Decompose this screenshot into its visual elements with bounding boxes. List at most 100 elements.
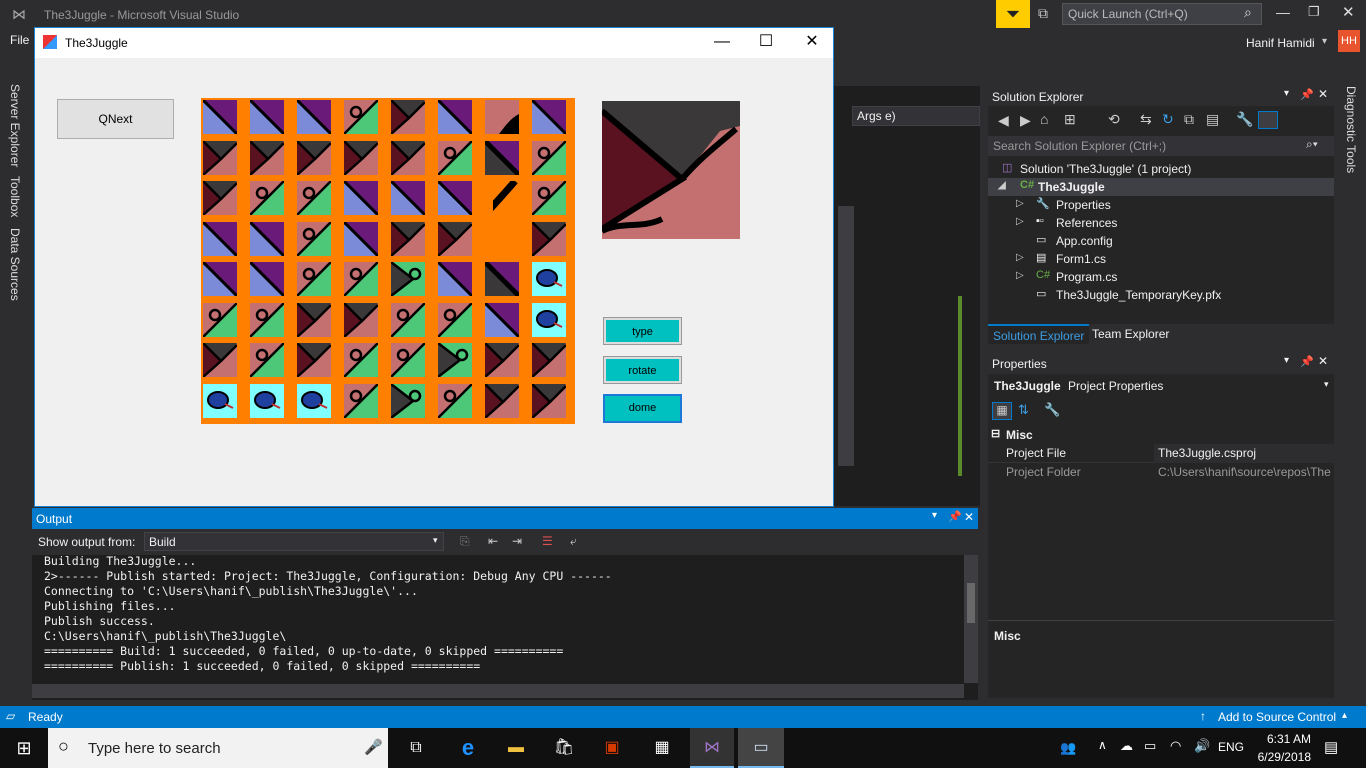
board-tile[interactable] — [203, 100, 237, 134]
properties-category[interactable]: ⊟ Misc — [988, 426, 1334, 444]
output-text[interactable]: Building The3Juggle... 2>------ Publish s… — [44, 554, 959, 684]
editor-scrollbar[interactable] — [838, 206, 854, 466]
chevron-up-icon[interactable]: ▴ — [1342, 710, 1347, 721]
board-tile[interactable] — [344, 302, 378, 337]
history-icon[interactable]: ⟲ — [1108, 111, 1120, 128]
tree-item-properties[interactable]: ▷ 🔧 Properties — [988, 196, 1334, 214]
forward-icon[interactable]: ▶ — [1020, 112, 1031, 129]
board-tile[interactable] — [391, 343, 425, 377]
tab-toolbox[interactable]: Toolbox — [8, 176, 22, 217]
properties-wrench-icon[interactable]: 🔧 — [1236, 111, 1253, 128]
board-tile[interactable] — [297, 383, 331, 418]
board-tile[interactable] — [391, 262, 425, 296]
board-tile[interactable] — [344, 343, 378, 377]
board-tile[interactable] — [297, 262, 331, 296]
add-to-source-control[interactable]: Add to Source Control — [1218, 710, 1336, 724]
properties-object-selector[interactable]: The3Juggle Project Properties ▾ — [988, 376, 1334, 396]
tree-item-solution[interactable]: ◫ Solution 'The3Juggle' (1 project) — [988, 160, 1334, 178]
restore-button[interactable]: ❐ — [1308, 4, 1320, 20]
board-tile[interactable] — [391, 302, 425, 337]
board-tile[interactable] — [297, 181, 331, 215]
form-maximize-button[interactable]: ☐ — [755, 32, 777, 52]
board-tile[interactable] — [297, 221, 331, 256]
taskbar-visual-studio[interactable]: ⋈ — [690, 728, 734, 768]
edge-icon[interactable]: e — [456, 736, 480, 760]
board-tile[interactable] — [297, 100, 331, 134]
tree-item-form1[interactable]: ▷ ▤ Form1.cs — [988, 250, 1334, 268]
alphabetical-icon[interactable]: ⇅ — [1018, 402, 1029, 418]
board-tile[interactable] — [532, 302, 566, 337]
tree-item-program[interactable]: ▷ C# Program.cs — [988, 268, 1334, 286]
board-tile[interactable] — [344, 383, 378, 418]
preview-selected-icon[interactable] — [1258, 111, 1278, 129]
expand-arrow-icon[interactable]: ▷ — [1016, 216, 1024, 227]
board-tile[interactable] — [438, 181, 472, 215]
search-icon[interactable]: ⌕▾ — [1306, 137, 1318, 152]
type-button[interactable]: type — [603, 317, 682, 345]
tab-solution-explorer[interactable]: Solution Explorer — [988, 324, 1090, 344]
panel-menu-icon[interactable]: ▾ — [932, 510, 937, 521]
board-tile[interactable] — [203, 302, 237, 337]
user-name[interactable]: Hanif Hamidi — [1246, 36, 1315, 50]
tab-server-explorer[interactable]: Server Explorer — [8, 84, 22, 167]
board-tile[interactable] — [203, 181, 237, 215]
user-dropdown-icon[interactable]: ▾ — [1322, 36, 1327, 47]
tree-item-references[interactable]: ▷ ▪▫ References — [988, 214, 1334, 232]
board-tile[interactable] — [532, 343, 566, 377]
board-tile[interactable] — [203, 262, 237, 296]
panel-close-icon[interactable]: ✕ — [1318, 354, 1328, 368]
taskbar-search[interactable]: ○ Type here to search 🎤 — [48, 728, 388, 768]
tab-diagnostic-tools[interactable]: Diagnostic Tools — [1344, 86, 1358, 173]
clock-time[interactable]: 6:31 AM — [1255, 732, 1311, 746]
board-tile[interactable] — [438, 262, 472, 296]
collapse-arrow-icon[interactable]: ◢ — [998, 180, 1006, 191]
board-tile[interactable] — [344, 100, 378, 134]
board-tile[interactable] — [203, 343, 237, 377]
board-tile[interactable] — [250, 383, 284, 418]
people-icon[interactable]: 👥 — [1060, 740, 1076, 756]
tree-item-app-config[interactable]: ▭ App.config — [988, 232, 1334, 250]
board-tile[interactable] — [485, 140, 519, 175]
avatar[interactable]: HH — [1338, 30, 1360, 52]
search-icon[interactable]: ⌕ — [1244, 4, 1252, 21]
board-tile[interactable] — [250, 262, 284, 296]
property-pages-icon[interactable]: 🔧 — [1044, 402, 1060, 418]
microphone-icon[interactable]: 🎤 — [364, 738, 383, 756]
task-view-icon[interactable]: ⧉ — [404, 736, 428, 760]
board-tile[interactable] — [250, 343, 284, 377]
done-button[interactable]: dome — [603, 394, 682, 423]
calculator-icon[interactable]: ▦ — [650, 736, 674, 760]
board-tile[interactable] — [438, 302, 472, 337]
find-message-icon[interactable]: ⎘ — [460, 534, 470, 549]
output-hscrollbar[interactable] — [32, 684, 964, 698]
wifi-icon[interactable]: ◠ — [1170, 738, 1181, 754]
board-tile[interactable] — [344, 262, 378, 296]
refresh-icon[interactable]: ↻ — [1162, 111, 1174, 128]
output-source-select[interactable]: Build ▾ — [144, 532, 444, 551]
board-tile[interactable] — [297, 302, 331, 337]
categorized-icon[interactable]: ▦ — [992, 402, 1012, 420]
onedrive-icon[interactable]: ☁ — [1120, 738, 1133, 754]
board-tile[interactable] — [485, 383, 519, 418]
show-all-files-icon[interactable]: ▤ — [1206, 111, 1219, 128]
board-tile[interactable] — [344, 181, 378, 215]
menu-file[interactable]: File — [10, 33, 29, 47]
board-tile[interactable] — [532, 383, 566, 418]
form-close-button[interactable]: ✕ — [801, 32, 823, 52]
board-tile[interactable] — [532, 221, 566, 256]
board-tile[interactable] — [485, 343, 519, 377]
board-tile[interactable] — [532, 262, 566, 296]
board-tile[interactable] — [438, 343, 472, 377]
board-tile[interactable] — [438, 140, 472, 175]
board-tile[interactable] — [344, 140, 378, 175]
panel-close-icon[interactable]: ✕ — [1318, 87, 1328, 101]
expand-arrow-icon[interactable]: ▷ — [1016, 252, 1024, 263]
tab-team-explorer[interactable]: Team Explorer — [1092, 327, 1169, 341]
board-tile[interactable] — [250, 100, 284, 134]
file-explorer-icon[interactable]: ▬ — [504, 736, 528, 760]
collapse-all-icon[interactable]: ⧉ — [1184, 111, 1194, 128]
expand-arrow-icon[interactable]: ▷ — [1016, 270, 1024, 281]
notifications-icon[interactable]: ⧉ — [1038, 5, 1048, 22]
action-center-icon[interactable]: ▤ — [1324, 738, 1338, 756]
store-icon[interactable]: 🛍 — [552, 736, 576, 760]
